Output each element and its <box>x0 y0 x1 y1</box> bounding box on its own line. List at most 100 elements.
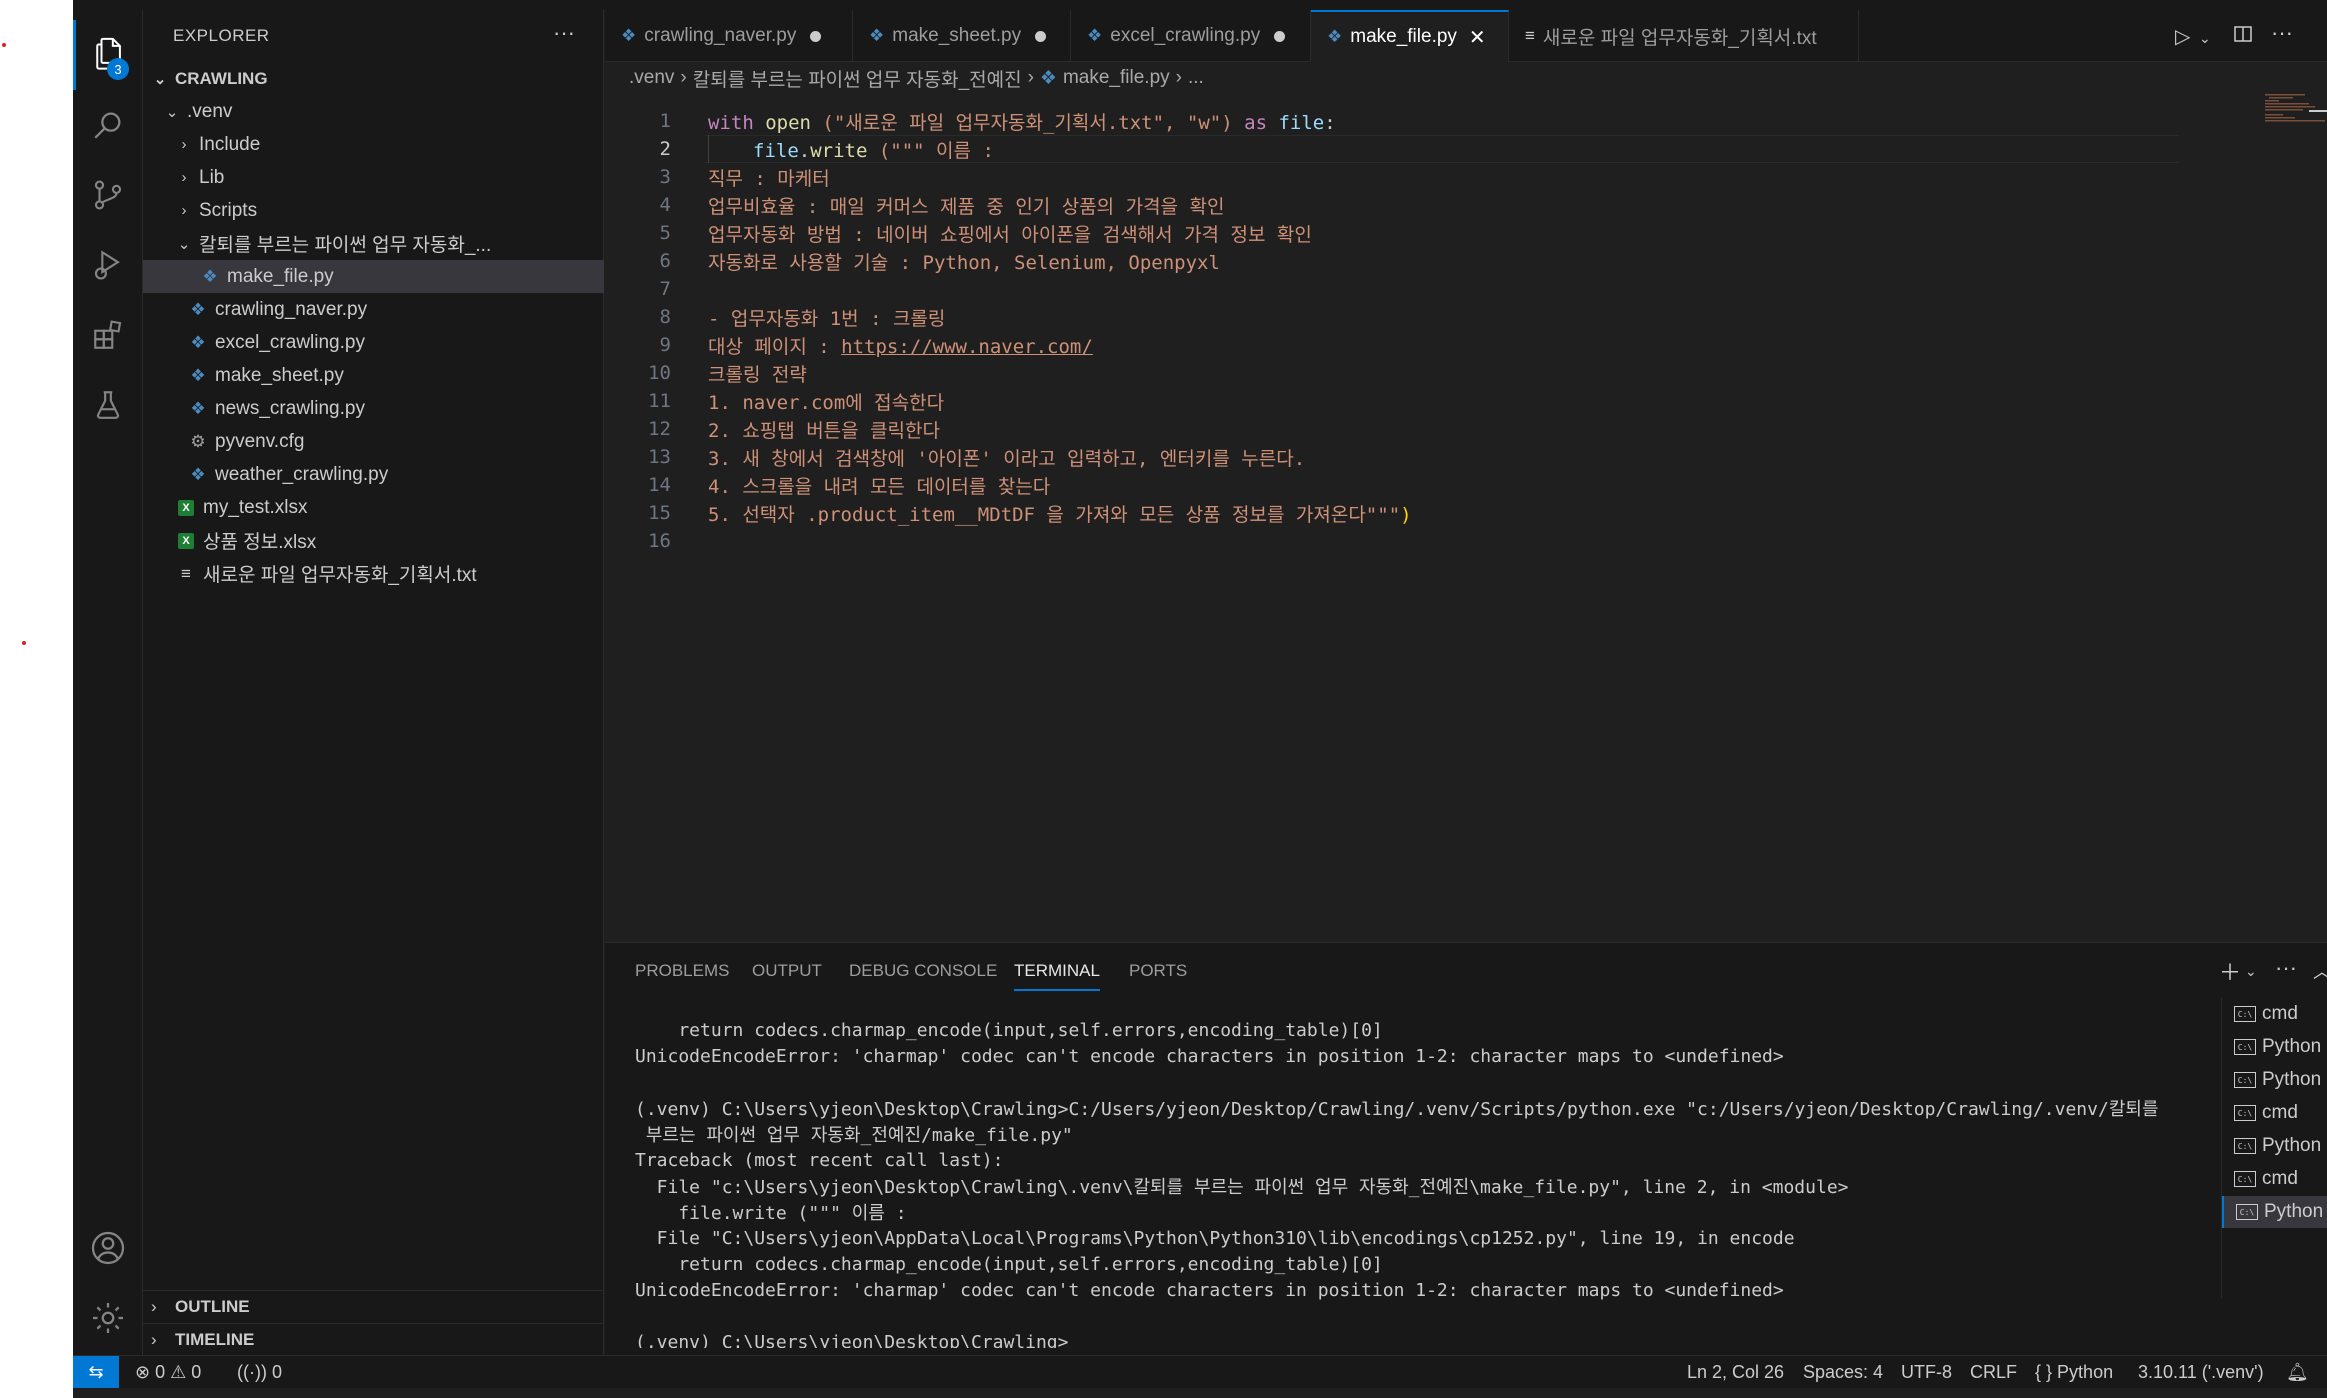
timeline-section[interactable]: › TIMELINE <box>143 1323 604 1356</box>
tree-folder-scripts[interactable]: › Scripts <box>143 194 604 227</box>
tree-folder-include[interactable]: › Include <box>143 128 604 161</box>
python-file-icon: ❖ <box>202 266 218 286</box>
code-line: 14 4. 스크롤을 내려 모든 데이터를 찾는다 <box>605 471 2205 499</box>
tree-folder-venv[interactable]: ⌄ .venv <box>143 95 604 128</box>
tab-make-sheet[interactable]: ❖ make_sheet.py <box>853 10 1071 62</box>
extensions-activity[interactable] <box>73 302 143 372</box>
search-icon <box>91 108 125 147</box>
remote-indicator-icon[interactable]: ⇆ <box>73 1356 119 1389</box>
tree-file-plan-txt[interactable]: ≡ 새로운 파일 업무자동화_기획서.txt <box>143 557 604 590</box>
tree-file-my-test[interactable]: X my_test.xlsx <box>143 491 604 524</box>
tab-debug-console[interactable]: DEBUG CONSOLE <box>849 961 997 981</box>
new-terminal-plus-icon[interactable]: ＋ <box>2219 955 2241 987</box>
terminal-tab-label: cmd <box>2262 1168 2298 1189</box>
notifications-bell-icon[interactable]: 🔔︎ <box>2286 1362 2309 1383</box>
outline-label: OUTLINE <box>175 1297 250 1316</box>
tree-folder-lib[interactable]: › Lib <box>143 161 604 194</box>
chevron-down-icon[interactable]: ⌄ <box>2245 963 2257 980</box>
code-text: - 업무자동화 1번 : 크롤링 <box>708 307 946 330</box>
variable: file <box>1278 111 1325 134</box>
ports-status[interactable]: ((·)) 0 <box>237 1362 282 1383</box>
code-line: 7 <box>605 275 2205 303</box>
text-file-icon: ≡ <box>181 563 191 583</box>
editor-tabs: ❖ crawling_naver.py ❖ make_sheet.py ❖ ex… <box>605 10 2327 62</box>
tree-file-weather-crawling[interactable]: ❖ weather_crawling.py <box>143 458 604 491</box>
breadcrumb-item[interactable]: 칼퇴를 부르는 파이썬 업무 자동화_전예진 <box>693 65 1022 92</box>
explorer-badge: 3 <box>107 58 129 80</box>
run-debug-activity[interactable] <box>73 232 143 302</box>
python-file-icon: ❖ <box>190 464 206 484</box>
breadcrumb-item[interactable]: ... <box>1188 67 1204 89</box>
eol-status[interactable]: CRLF <box>1970 1362 2017 1383</box>
tab-label: make_sheet.py <box>892 25 1022 46</box>
chevron-down-icon[interactable]: ⌄ <box>2199 30 2211 47</box>
tab-output[interactable]: OUTPUT <box>752 961 822 981</box>
tab-plan-txt[interactable]: ≡ 새로운 파일 업무자동화_기획서.txt <box>1509 10 1859 62</box>
terminal-tab-cmd[interactable]: C:\ cmd <box>2222 1163 2327 1195</box>
string: (""" 이름 : <box>867 139 994 162</box>
activity-bar: 3 <box>73 10 143 1355</box>
outline-section[interactable]: › OUTLINE <box>143 1290 604 1323</box>
line-number: 6 <box>659 250 671 272</box>
more-actions-icon[interactable]: ··· <box>2275 955 2297 981</box>
minimap[interactable] <box>2265 94 2327 124</box>
python-interpreter[interactable]: 3.10.11 ('.venv') <box>2138 1362 2264 1383</box>
function-name: write <box>810 139 868 162</box>
tab-ports[interactable]: PORTS <box>1129 961 1187 981</box>
tab-problems[interactable]: PROBLEMS <box>635 961 729 981</box>
explorer-activity[interactable]: 3 <box>73 20 143 90</box>
more-actions-icon[interactable]: ··· <box>553 20 575 46</box>
terminal-output[interactable]: return codecs.charmap_encode(input,self.… <box>635 1018 2205 1349</box>
url-link[interactable]: https://www.naver.com/ <box>841 336 1093 358</box>
tree-file-pyvenv-cfg[interactable]: ⚙ pyvenv.cfg <box>143 425 604 458</box>
settings-activity[interactable] <box>73 1285 143 1355</box>
tree-folder-project[interactable]: ⌄ 칼퇴를 부르는 파이썬 업무 자동화_... <box>143 227 604 260</box>
tab-make-file[interactable]: ❖ make_file.py ✕ <box>1311 10 1509 62</box>
line-number: 1 <box>659 110 671 132</box>
terminal-tab-cmd[interactable]: C:\ cmd <box>2222 1097 2327 1129</box>
tab-terminal[interactable]: TERMINAL <box>1014 961 1100 991</box>
tree-item-label: pyvenv.cfg <box>215 430 305 452</box>
tree-file-excel-crawling[interactable]: ❖ excel_crawling.py <box>143 326 604 359</box>
more-actions-icon[interactable]: ··· <box>2271 20 2293 46</box>
accounts-activity[interactable] <box>73 1215 143 1285</box>
tree-item-label: make_sheet.py <box>215 364 344 386</box>
source-control-activity[interactable] <box>73 162 143 232</box>
tree-file-news-crawling[interactable]: ❖ news_crawling.py <box>143 392 604 425</box>
language-mode[interactable]: { } Python <box>2035 1362 2113 1383</box>
tab-excel-crawling[interactable]: ❖ excel_crawling.py <box>1071 10 1311 62</box>
warning-icon: ⚠ <box>170 1362 187 1382</box>
indentation-status[interactable]: Spaces: 4 <box>1803 1362 1883 1383</box>
terminal-tab-python[interactable]: C:\ Python <box>2222 1130 2327 1162</box>
tree-file-make-sheet[interactable]: ❖ make_sheet.py <box>143 359 604 392</box>
breadcrumb-item[interactable]: make_file.py <box>1063 67 1170 89</box>
chevron-right-icon: › <box>1175 67 1182 88</box>
error-icon: ⊗ <box>135 1362 151 1382</box>
breadcrumb-item[interactable]: .venv <box>629 67 674 89</box>
problems-status[interactable]: ⊗ 0 ⚠ 0 <box>135 1362 201 1383</box>
run-icon[interactable]: ▷ <box>2175 24 2190 49</box>
workspace-root[interactable]: ⌄ CRAWLING <box>143 62 604 95</box>
string: 대상 페이지 : <box>708 335 842 358</box>
cursor-position[interactable]: Ln 2, Col 26 <box>1687 1362 1784 1383</box>
code-editor[interactable]: 1 with open ("새로운 파일 업무자동화_기획서.txt", "w"… <box>605 92 2327 942</box>
encoding-status[interactable]: UTF-8 <box>1901 1362 1952 1383</box>
line-number: 9 <box>659 334 671 356</box>
code-line: 9 대상 페이지 : https://www.naver.com/ <box>605 331 2205 359</box>
terminal-tab-python[interactable]: C:\ Python <box>2222 1064 2327 1096</box>
terminal-line: File "C:\Users\yjeon\AppData\Local\Progr… <box>635 1227 1795 1249</box>
line-number: 4 <box>659 194 671 216</box>
maximize-panel-icon[interactable]: ︿ <box>2313 958 2327 984</box>
search-activity[interactable] <box>73 92 143 162</box>
testing-activity[interactable] <box>73 372 143 442</box>
tree-file-crawling-naver[interactable]: ❖ crawling_naver.py <box>143 293 604 326</box>
tab-crawling-naver[interactable]: ❖ crawling_naver.py <box>605 10 853 62</box>
split-editor-icon[interactable] <box>2233 24 2253 50</box>
terminal-line: return codecs.charmap_encode(input,self.… <box>635 1253 1383 1275</box>
terminal-tab-python-active[interactable]: C:\ Python <box>2222 1196 2327 1228</box>
tree-file-product-info[interactable]: X 상품 정보.xlsx <box>143 524 604 557</box>
terminal-tab-python[interactable]: C:\ Python <box>2222 1031 2327 1063</box>
close-icon[interactable]: ✕ <box>1469 25 1486 50</box>
tree-file-make-file[interactable]: ❖ make_file.py <box>143 260 604 293</box>
terminal-tab-cmd[interactable]: C:\ cmd <box>2222 998 2327 1030</box>
